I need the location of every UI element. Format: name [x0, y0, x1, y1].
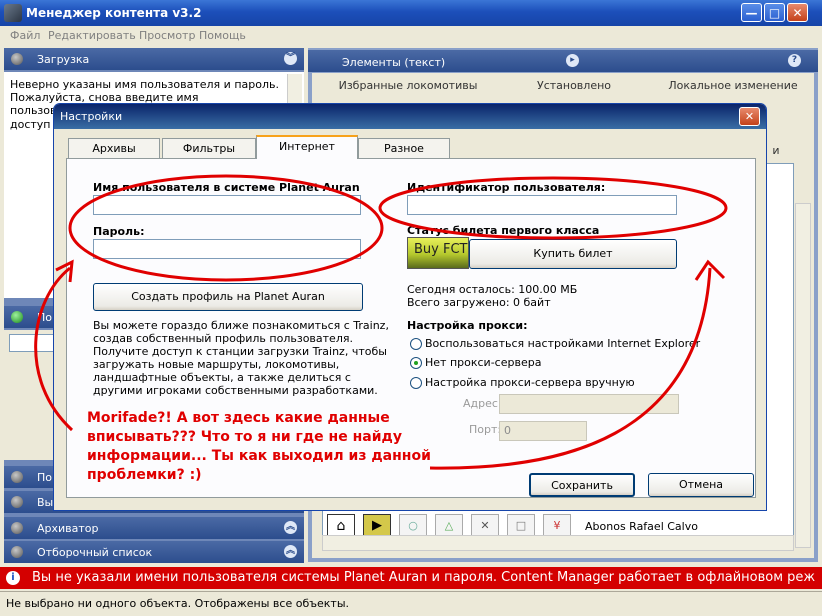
annotation-ellipse-right [378, 176, 728, 240]
annotation-ellipse-left [68, 174, 384, 282]
tab-internet[interactable]: Интернет [256, 135, 358, 159]
annotation-line-3: информации... Ты как выходил из данной [87, 448, 431, 464]
annotation-line-2: вписывать??? Что то я ни где не найду [87, 429, 402, 445]
annotation-line-4: проблемки? :) [87, 467, 202, 483]
annotation-drawing [34, 174, 728, 470]
annotation-arrow-right [429, 267, 712, 470]
annotation-line-1: Morifade?! А вот здесь какие данные [87, 410, 390, 426]
annotation-arrow-left [34, 266, 74, 432]
